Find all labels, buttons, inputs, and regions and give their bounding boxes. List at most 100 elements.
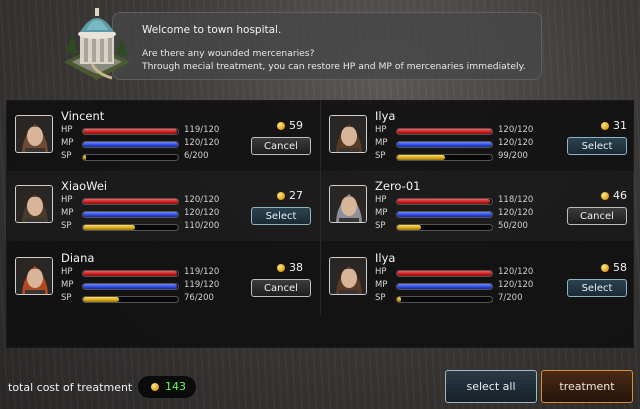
sp-value: 99/200	[498, 151, 528, 161]
sp-bar	[82, 154, 179, 161]
mercenary-name: Ilya	[375, 251, 396, 265]
sp-row: SP 50/200	[375, 221, 545, 233]
coin-icon	[277, 121, 285, 130]
mp-row: MP 119/120	[61, 280, 231, 292]
mp-bar	[396, 283, 493, 290]
mp-value: 120/120	[184, 138, 220, 148]
select-button[interactable]: Select	[567, 279, 627, 297]
mp-row: MP 120/120	[61, 208, 231, 220]
hp-fill	[83, 199, 178, 204]
hp-row: HP 118/120	[375, 195, 545, 207]
cancel-button[interactable]: Cancel	[567, 207, 627, 225]
treatment-cost: 27	[243, 185, 303, 202]
sp-fill	[83, 155, 86, 160]
select-button[interactable]: Select	[251, 207, 311, 225]
hp-fill	[397, 199, 491, 204]
hp-label: HP	[61, 267, 73, 277]
hp-row: HP 119/120	[61, 267, 231, 279]
hp-row: HP 120/120	[375, 267, 545, 279]
sp-label: SP	[375, 151, 386, 161]
treatment-cost: 31	[567, 115, 627, 132]
mp-fill	[397, 212, 492, 217]
sp-row: SP 6/200	[61, 151, 231, 163]
cost-value: 38	[289, 261, 303, 274]
mp-bar	[396, 211, 493, 218]
mp-row: MP 120/120	[375, 138, 545, 150]
hp-value: 119/120	[184, 125, 220, 135]
cost-value: 59	[289, 119, 303, 132]
sp-row: SP 76/200	[61, 293, 231, 305]
cost-value: 58	[613, 261, 627, 274]
treatment-cost: 58	[567, 257, 627, 274]
cost-value: 46	[613, 189, 627, 202]
sp-value: 76/200	[184, 293, 214, 303]
total-cost-value: 143	[165, 380, 186, 393]
dialog-line-1: Are there any wounded mercenaries?	[142, 48, 315, 59]
sp-fill	[397, 225, 421, 230]
sp-fill	[397, 297, 401, 302]
mp-value: 119/120	[184, 280, 220, 290]
select-all-button[interactable]: select all	[445, 370, 537, 403]
mp-fill	[397, 284, 492, 289]
hp-value: 120/120	[498, 267, 534, 277]
mp-value: 120/120	[498, 280, 534, 290]
hp-fill	[397, 271, 492, 276]
mercenary-card: Ilya HP 120/120 MP 120/120 S	[321, 101, 634, 171]
hp-bar	[82, 128, 179, 135]
mercenary-card: Zero-01 HP 118/120 MP 120/120 SP 50/200 …	[321, 171, 634, 241]
mp-value: 120/120	[184, 208, 220, 218]
hp-label: HP	[375, 125, 387, 135]
sp-value: 110/200	[184, 221, 220, 231]
sp-fill	[83, 297, 120, 302]
total-cost-display: 143	[138, 376, 196, 398]
sp-label: SP	[375, 293, 386, 303]
sp-label: SP	[61, 293, 72, 303]
sp-value: 7/200	[498, 293, 523, 303]
mp-row: MP 120/120	[61, 138, 231, 150]
cancel-button[interactable]: Cancel	[251, 137, 311, 155]
mercenary-card: Ilya HP 120/120 MP 120/120 S	[321, 243, 634, 313]
hp-label: HP	[61, 125, 73, 135]
treatment-cost: 59	[243, 115, 303, 132]
sp-bar	[396, 154, 493, 161]
mercenary-portrait	[329, 257, 367, 295]
mp-label: MP	[61, 280, 74, 290]
sp-bar	[396, 224, 493, 231]
hp-bar	[396, 198, 493, 205]
mercenary-portrait	[329, 115, 367, 153]
mp-bar	[82, 141, 179, 148]
treatment-button[interactable]: treatment	[541, 370, 633, 403]
sp-bar	[396, 296, 493, 303]
mercenary-name: Ilya	[375, 109, 396, 123]
mercenary-list: Vincent HP 119/120 MP 120/120 SP 6/200 5…	[6, 100, 634, 348]
mp-label: MP	[375, 208, 388, 218]
hp-row: HP 119/120	[61, 125, 231, 137]
mercenary-name: Zero-01	[375, 179, 421, 193]
mp-fill	[83, 212, 178, 217]
hp-fill	[83, 129, 178, 134]
hp-bar	[82, 270, 179, 277]
mercenary-portrait	[329, 185, 367, 223]
coin-icon	[601, 263, 609, 272]
sp-row: SP 99/200	[375, 151, 545, 163]
mercenary-portrait	[15, 257, 53, 295]
cancel-button[interactable]: Cancel	[251, 279, 311, 297]
treatment-cost: 38	[243, 257, 303, 274]
mp-bar	[82, 211, 179, 218]
mercenary-card: Vincent HP 119/120 MP 120/120 SP 6/200 5…	[7, 101, 320, 171]
mp-bar	[396, 141, 493, 148]
mp-fill	[397, 142, 492, 147]
sp-bar	[82, 296, 179, 303]
hospital-building-icon	[62, 4, 132, 84]
select-button[interactable]: Select	[567, 137, 627, 155]
coin-icon	[601, 121, 609, 130]
sp-row: SP 7/200	[375, 293, 545, 305]
sp-label: SP	[61, 151, 72, 161]
mercenary-name: XiaoWei	[61, 179, 108, 193]
sp-bar	[82, 224, 179, 231]
welcome-text: Welcome to town hospital.	[142, 24, 282, 36]
dialog-message: Are there any wounded mercenaries? Throu…	[142, 47, 532, 73]
hp-bar	[396, 128, 493, 135]
coin-icon	[601, 191, 609, 200]
treatment-cost: 46	[567, 185, 627, 202]
